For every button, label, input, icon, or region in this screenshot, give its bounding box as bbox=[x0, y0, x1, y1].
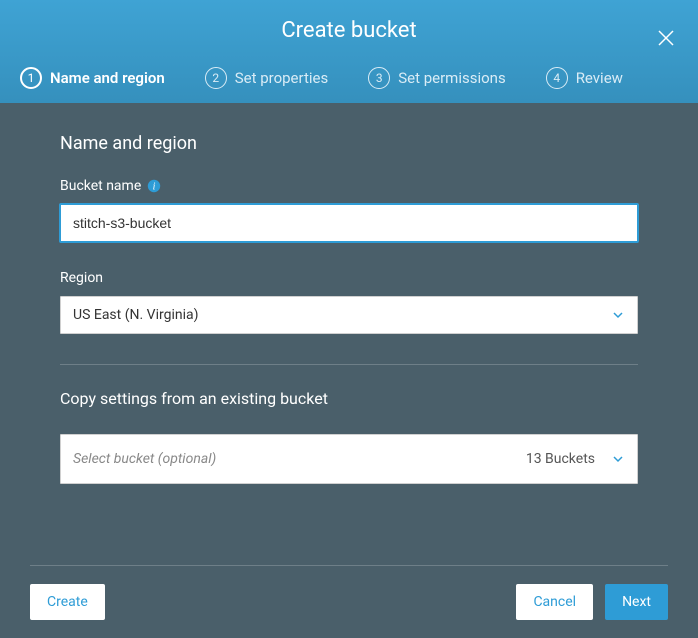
modal-footer: Create Cancel Next bbox=[30, 565, 668, 638]
copy-bucket-placeholder: Select bucket (optional) bbox=[73, 451, 216, 467]
create-button[interactable]: Create bbox=[30, 584, 105, 620]
step-number: 3 bbox=[368, 67, 390, 89]
modal-title: Create bucket bbox=[20, 18, 678, 43]
section-heading: Name and region bbox=[60, 133, 638, 154]
create-bucket-modal: Create bucket 1 Name and region 2 Set pr… bbox=[0, 0, 698, 638]
step-number: 2 bbox=[205, 67, 227, 89]
info-icon[interactable]: i bbox=[147, 179, 161, 193]
step-label: Set properties bbox=[235, 69, 328, 87]
step-label: Name and region bbox=[50, 69, 165, 87]
step-label: Set permissions bbox=[398, 69, 505, 87]
bucket-name-input[interactable] bbox=[60, 204, 638, 242]
close-icon[interactable] bbox=[654, 26, 678, 50]
region-label: Region bbox=[60, 270, 638, 286]
chevron-down-icon bbox=[611, 308, 625, 322]
step-number: 4 bbox=[546, 67, 568, 89]
copy-settings-heading: Copy settings from an existing bucket bbox=[60, 389, 638, 408]
next-button[interactable]: Next bbox=[605, 584, 668, 620]
divider bbox=[60, 364, 638, 365]
chevron-down-icon bbox=[611, 452, 625, 466]
step-label: Review bbox=[576, 69, 623, 87]
cancel-button[interactable]: Cancel bbox=[516, 584, 593, 620]
modal-body: Name and region Bucket name i Region US … bbox=[0, 103, 698, 565]
region-select[interactable]: US East (N. Virginia) bbox=[60, 296, 638, 334]
step-name-and-region[interactable]: 1 Name and region bbox=[20, 67, 165, 89]
bucket-count: 13 Buckets bbox=[526, 451, 595, 467]
svg-text:i: i bbox=[153, 182, 156, 193]
step-set-properties[interactable]: 2 Set properties bbox=[205, 67, 328, 89]
region-field: Region US East (N. Virginia) bbox=[60, 270, 638, 334]
region-selected-value: US East (N. Virginia) bbox=[73, 307, 198, 323]
modal-header: Create bucket 1 Name and region 2 Set pr… bbox=[0, 0, 698, 103]
bucket-name-field: Bucket name i bbox=[60, 178, 638, 242]
copy-bucket-select[interactable]: Select bucket (optional) 13 Buckets bbox=[60, 434, 638, 484]
copy-settings-field: Select bucket (optional) 13 Buckets bbox=[60, 434, 638, 484]
step-number: 1 bbox=[20, 67, 42, 89]
wizard-steps: 1 Name and region 2 Set properties 3 Set… bbox=[20, 67, 678, 103]
bucket-name-label: Bucket name i bbox=[60, 178, 638, 194]
step-set-permissions[interactable]: 3 Set permissions bbox=[368, 67, 505, 89]
step-review[interactable]: 4 Review bbox=[546, 67, 623, 89]
